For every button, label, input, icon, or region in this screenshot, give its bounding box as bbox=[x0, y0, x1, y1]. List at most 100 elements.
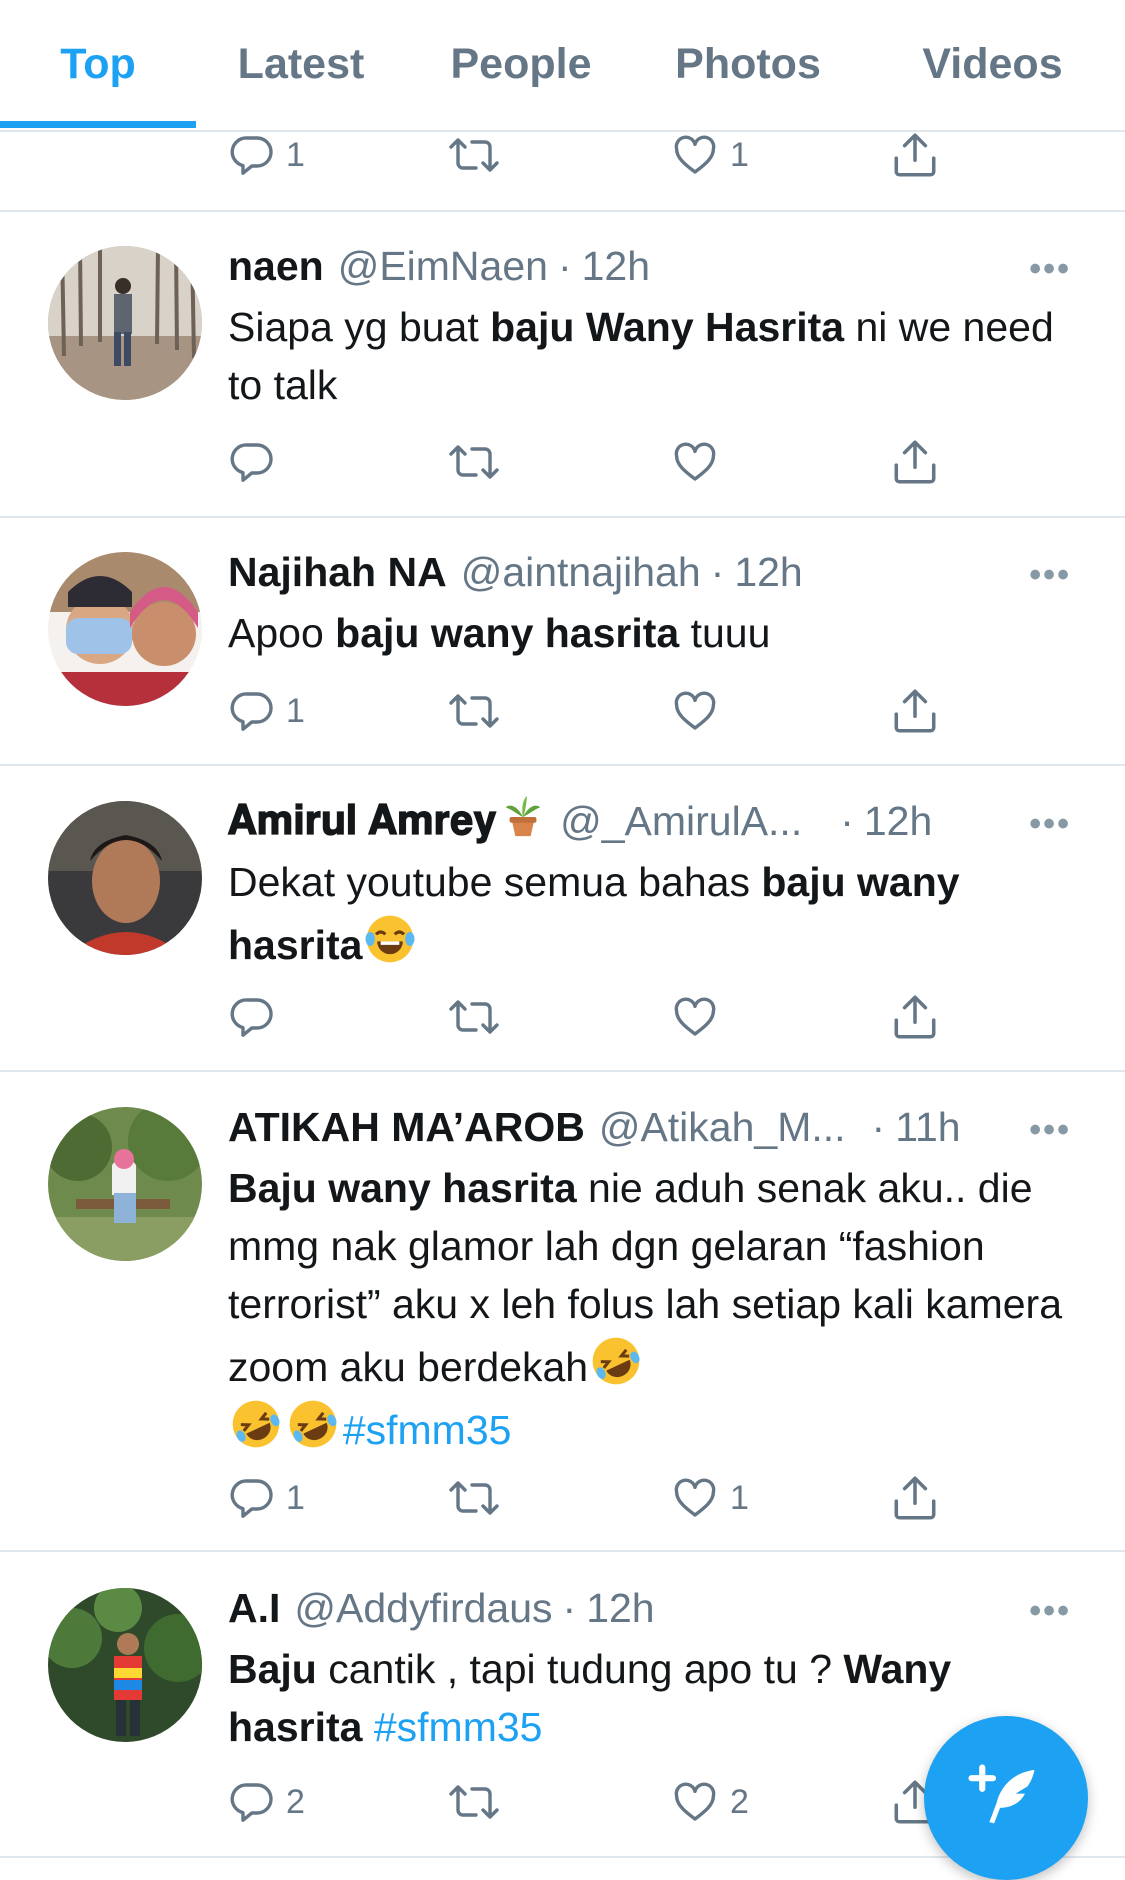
retweet-button[interactable] bbox=[446, 683, 502, 739]
divider bbox=[0, 516, 1125, 518]
like-count: 2 bbox=[730, 1782, 749, 1821]
user-handle[interactable]: @Addyfirdaus bbox=[294, 1585, 552, 1632]
share-button[interactable] bbox=[890, 1470, 940, 1526]
tweet-actions: 1 1 bbox=[228, 1470, 958, 1526]
user-handle[interactable]: @_AmirulA... bbox=[560, 798, 802, 845]
retweet-button[interactable] bbox=[446, 989, 502, 1045]
retweet-button[interactable] bbox=[446, 434, 502, 490]
compose-tweet-button[interactable] bbox=[924, 1716, 1088, 1880]
display-name[interactable]: 𝐀𝐦𝐢𝐫𝐮𝐥 𝐀𝐦𝐫𝐞𝐲 bbox=[228, 797, 496, 845]
reply-count: 2 bbox=[286, 1782, 305, 1821]
separator-dot: · bbox=[710, 548, 725, 595]
more-options-icon[interactable]: ••• bbox=[1029, 805, 1071, 844]
avatar[interactable] bbox=[48, 1588, 202, 1742]
tweet-header: 𝐀𝐦𝐢𝐫𝐮𝐥 𝐀𝐦𝐫𝐞𝐲 @_AmirulA... · 12h bbox=[228, 793, 932, 849]
separator-dot: · bbox=[557, 242, 572, 289]
avatar[interactable] bbox=[48, 801, 202, 955]
tweet-text: Dekat youtube semua bahas baju wany hasr… bbox=[228, 853, 1088, 974]
tweet-actions: 1 1 bbox=[228, 127, 958, 183]
divider bbox=[0, 764, 1125, 766]
reply-icon bbox=[228, 438, 276, 486]
heart-icon bbox=[670, 1474, 720, 1522]
hashtag-link[interactable]: #sfmm35 bbox=[343, 1407, 512, 1453]
tab-photos[interactable]: Photos bbox=[636, 0, 860, 128]
like-count: 1 bbox=[730, 1478, 749, 1517]
display-name[interactable]: ATIKAH MA’AROB bbox=[228, 1104, 585, 1151]
like-button[interactable] bbox=[670, 434, 720, 490]
like-button[interactable] bbox=[670, 683, 720, 739]
hashtag-link[interactable]: #sfmm35 bbox=[374, 1704, 543, 1750]
retweet-button[interactable] bbox=[446, 127, 502, 183]
like-button[interactable]: 1 bbox=[670, 127, 749, 183]
text-run: Siapa yg buat bbox=[228, 304, 491, 350]
reply-icon bbox=[228, 993, 276, 1041]
like-count: 1 bbox=[730, 135, 749, 174]
tweet-actions bbox=[228, 434, 958, 490]
more-options-icon[interactable]: ••• bbox=[1029, 250, 1071, 289]
reply-button[interactable] bbox=[228, 434, 276, 490]
retweet-button[interactable] bbox=[446, 1470, 502, 1526]
reply-icon bbox=[228, 1474, 276, 1522]
share-button[interactable] bbox=[890, 683, 940, 739]
share-button[interactable] bbox=[890, 127, 940, 183]
rolling-laughing-emoji-icon bbox=[228, 1396, 280, 1448]
divider bbox=[0, 1550, 1125, 1552]
separator-dot: · bbox=[562, 1584, 577, 1631]
laughing-tears-emoji-icon bbox=[362, 911, 415, 963]
more-options-icon[interactable]: ••• bbox=[1029, 1592, 1071, 1631]
like-button[interactable] bbox=[670, 989, 720, 1045]
text-run: cantik , tapi tudung apo tu ? bbox=[316, 1646, 844, 1692]
reply-icon bbox=[228, 1778, 276, 1826]
display-name[interactable]: Najihah NA bbox=[228, 549, 447, 596]
tweet-header: ATIKAH MA’AROB @Atikah_M... · 11h bbox=[228, 1099, 961, 1155]
tweet-text: Apoo baju wany hasrita tuuu bbox=[228, 604, 1088, 662]
like-button[interactable]: 2 bbox=[670, 1774, 749, 1830]
retweet-icon bbox=[446, 1778, 502, 1826]
more-options-icon[interactable]: ••• bbox=[1029, 556, 1071, 595]
share-button[interactable] bbox=[890, 434, 940, 490]
display-name[interactable]: naen bbox=[228, 243, 324, 290]
tab-people[interactable]: People bbox=[406, 0, 636, 128]
tweet-actions: 1 bbox=[228, 683, 958, 739]
text-run: Apoo bbox=[228, 610, 336, 656]
reply-button[interactable]: 1 bbox=[228, 683, 305, 739]
tweet-header: naen @EimNaen · 12h bbox=[228, 238, 650, 294]
rolling-laughing-emoji-icon bbox=[588, 1333, 640, 1385]
reply-button[interactable]: 1 bbox=[228, 1470, 305, 1526]
user-handle[interactable]: @EimNaen bbox=[338, 243, 548, 290]
share-icon bbox=[890, 1472, 940, 1524]
reply-button[interactable]: 2 bbox=[228, 1774, 305, 1830]
share-icon bbox=[890, 685, 940, 737]
tweet-text: Siapa yg buat baju Wany Hasrita ni we ne… bbox=[228, 298, 1088, 414]
timestamp: 12h bbox=[863, 797, 933, 844]
share-icon bbox=[890, 129, 940, 181]
tab-latest[interactable]: Latest bbox=[196, 0, 406, 128]
avatar[interactable] bbox=[48, 552, 202, 706]
user-handle[interactable]: @Atikah_M... bbox=[599, 1104, 846, 1151]
divider bbox=[0, 210, 1125, 212]
like-button[interactable]: 1 bbox=[670, 1470, 749, 1526]
share-button[interactable] bbox=[890, 989, 940, 1045]
timestamp: 11h bbox=[895, 1103, 961, 1150]
divider bbox=[0, 1070, 1125, 1072]
tweet-header: A.I @Addyfirdaus · 12h bbox=[228, 1580, 655, 1636]
reply-button[interactable] bbox=[228, 989, 276, 1045]
avatar[interactable] bbox=[48, 1107, 202, 1261]
text-run: Dekat youtube semua bahas bbox=[228, 859, 762, 905]
retweet-icon bbox=[446, 1474, 502, 1522]
tweet-header: Najihah NA @aintnajihah · 12h bbox=[228, 544, 803, 600]
tab-top[interactable]: Top bbox=[0, 0, 196, 128]
reply-count: 1 bbox=[286, 691, 305, 730]
heart-icon bbox=[670, 687, 720, 735]
more-options-icon[interactable]: ••• bbox=[1029, 1111, 1071, 1150]
potted-plant-icon bbox=[500, 792, 546, 850]
tab-videos[interactable]: Videos bbox=[860, 0, 1125, 128]
user-handle[interactable]: @aintnajihah bbox=[461, 549, 701, 596]
avatar[interactable] bbox=[48, 246, 202, 400]
retweet-button[interactable] bbox=[446, 1774, 502, 1830]
text-run bbox=[362, 1704, 373, 1750]
display-name[interactable]: A.I bbox=[228, 1585, 280, 1632]
reply-count: 1 bbox=[286, 1478, 305, 1517]
reply-button[interactable]: 1 bbox=[228, 127, 305, 183]
heart-icon bbox=[670, 993, 720, 1041]
